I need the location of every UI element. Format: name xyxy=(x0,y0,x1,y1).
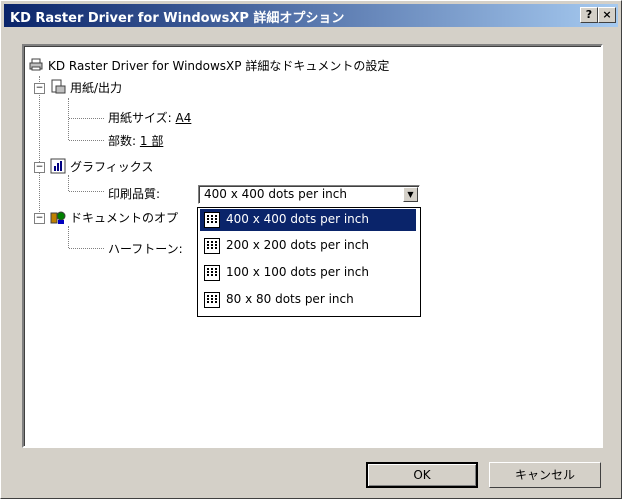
tree-line xyxy=(68,98,69,140)
collapse-paper-toggle[interactable]: − xyxy=(34,83,45,94)
copies-value[interactable]: 1 部 xyxy=(140,134,163,148)
tree-line xyxy=(39,76,40,216)
halftone-label: ハーフトーン: xyxy=(108,242,183,256)
dropdown-arrow-icon[interactable]: ▼ xyxy=(403,187,418,202)
settings-tree[interactable]: KD Raster Driver for WindowsXP 詳細なドキュメント… xyxy=(22,44,603,448)
copies-setting[interactable]: 部数: 1 部 xyxy=(108,132,163,149)
resolution-grid-icon xyxy=(204,238,220,254)
document-options-icon xyxy=(50,211,66,224)
printer-icon xyxy=(29,58,43,71)
print-quality-option[interactable]: 80 x 80 dots per inch xyxy=(200,289,416,311)
print-quality-value: 400 x 400 dots per inch xyxy=(204,187,347,201)
paper-size-setting[interactable]: 用紙サイズ: A4 xyxy=(108,109,191,126)
collapse-graphics-toggle[interactable]: − xyxy=(34,162,45,173)
tree-line xyxy=(68,175,69,191)
print-quality-label: 印刷品質: xyxy=(108,187,161,201)
paper-size-label: 用紙サイズ: xyxy=(108,111,172,125)
graphics-chart-icon xyxy=(50,158,66,174)
dialog-window: KD Raster Driver for WindowsXP 詳細オプション ?… xyxy=(0,0,622,499)
print-quality-option[interactable]: 400 x 400 dots per inch xyxy=(200,209,416,231)
print-quality-option[interactable]: 100 x 100 dots per inch xyxy=(200,262,416,284)
help-button[interactable]: ? xyxy=(580,7,598,23)
tree-line xyxy=(68,226,69,248)
window-title: KD Raster Driver for WindowsXP 詳細オプション xyxy=(10,11,345,26)
copies-label: 部数: xyxy=(108,134,137,148)
tree-line xyxy=(69,118,104,119)
tree-item-graphics-label: グラフィックス xyxy=(70,160,154,174)
tree-root-label: KD Raster Driver for WindowsXP 詳細なドキュメント… xyxy=(48,59,390,73)
tree-item-paper-label: 用紙/出力 xyxy=(70,81,123,95)
ok-button[interactable]: OK xyxy=(366,462,478,488)
print-quality-dropdown[interactable]: 400 x 400 dots per inch 200 x 200 dots p… xyxy=(197,207,421,317)
cancel-button[interactable]: キャンセル xyxy=(489,462,601,488)
tree-line xyxy=(69,140,104,141)
resolution-grid-icon xyxy=(204,265,220,281)
print-quality-combo[interactable]: 400 x 400 dots per inch ▼ xyxy=(198,185,420,204)
print-quality-option[interactable]: 200 x 200 dots per inch xyxy=(200,235,416,257)
paper-icon xyxy=(51,79,66,94)
tree-item-doc-options-label: ドキュメントのオプ xyxy=(70,211,179,225)
title-bar[interactable]: KD Raster Driver for WindowsXP 詳細オプション ?… xyxy=(4,4,618,27)
tree-line xyxy=(69,191,104,192)
resolution-grid-icon xyxy=(204,212,220,228)
paper-size-value[interactable]: A4 xyxy=(176,111,192,125)
resolution-grid-icon xyxy=(204,292,220,308)
close-button[interactable]: × xyxy=(598,7,616,23)
tree-line xyxy=(69,248,104,249)
collapse-doc-options-toggle[interactable]: − xyxy=(34,213,45,224)
